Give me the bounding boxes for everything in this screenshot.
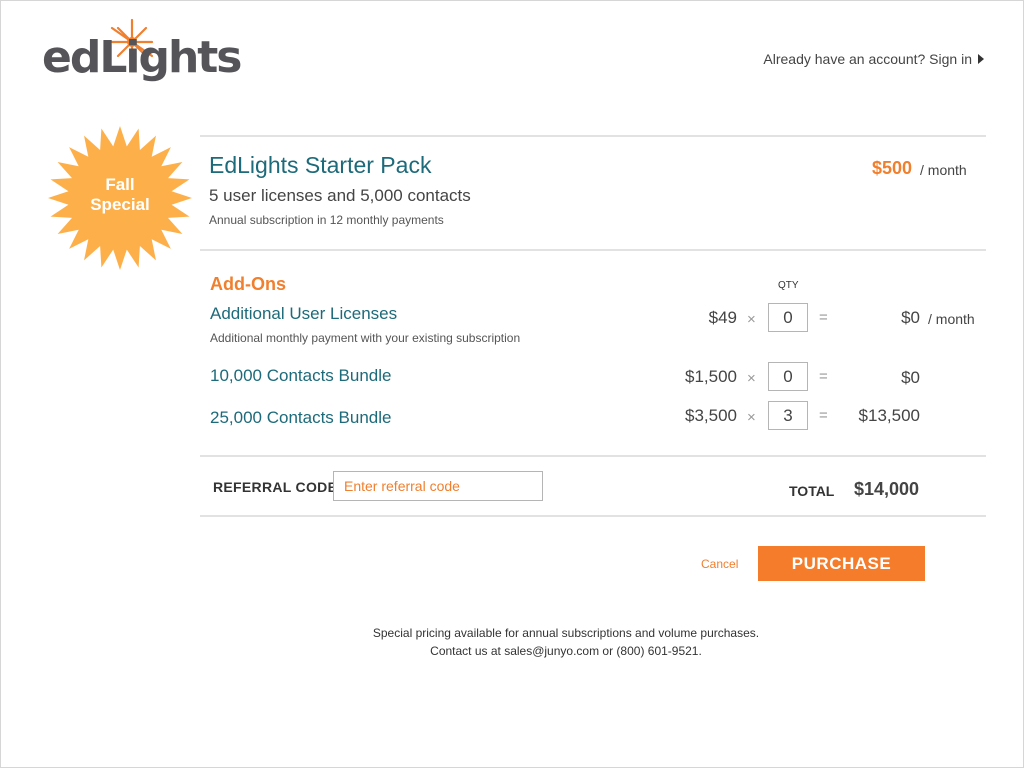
- addon-price: $3,500: [685, 406, 737, 425]
- sign-in-text: Already have an account? Sign in: [763, 51, 972, 67]
- badge-text: Fall Special: [47, 175, 193, 215]
- divider: [200, 515, 986, 517]
- total-value: $14,000: [854, 479, 920, 499]
- badge-line-1: Fall: [105, 175, 135, 194]
- caret-right-icon: [978, 54, 984, 64]
- purchase-button[interactable]: PURCHASE: [758, 546, 925, 581]
- qty-column-label: QTY: [778, 280, 799, 291]
- equals-symbol: =: [819, 309, 828, 326]
- times-symbol: ×: [747, 409, 756, 426]
- qty-input-user-licenses[interactable]: 0: [768, 303, 808, 332]
- footer-line-2: Contact us at sales@junyo.com or (800) 6…: [430, 644, 702, 658]
- footer-note: Special pricing available for annual sub…: [0, 624, 1024, 660]
- plan-note: Annual subscription in 12 monthly paymen…: [209, 213, 444, 227]
- plan-price: $500: [872, 158, 913, 178]
- addon-name-25k-contacts: 25,000 Contacts Bundle: [210, 408, 392, 427]
- cancel-button[interactable]: Cancel: [701, 557, 738, 571]
- qty-input-25k-contacts[interactable]: 3: [768, 401, 808, 430]
- divider: [200, 135, 986, 137]
- addon-name-10k-contacts: 10,000 Contacts Bundle: [210, 366, 392, 385]
- total-label: TOTAL: [789, 483, 835, 499]
- addon-total-unit: / month: [928, 311, 975, 327]
- referral-code-input[interactable]: Enter referral code: [333, 471, 543, 501]
- edlights-logo[interactable]: edLights: [42, 18, 242, 88]
- logo-text: edLights: [42, 32, 242, 83]
- equals-symbol: =: [819, 407, 828, 424]
- addon-total: $0: [901, 308, 920, 327]
- divider: [200, 455, 986, 457]
- sign-in-link[interactable]: Already have an account? Sign in: [763, 51, 984, 67]
- addon-name-user-licenses: Additional User Licenses: [210, 304, 398, 323]
- addon-price: $1,500: [685, 367, 737, 386]
- footer-line-1: Special pricing available for annual sub…: [372, 626, 760, 640]
- times-symbol: ×: [747, 370, 756, 387]
- addon-note-user-licenses: Additional monthly payment with your exi…: [210, 331, 521, 345]
- addon-total: $0: [901, 368, 920, 387]
- badge-line-2: Special: [90, 195, 150, 214]
- qty-input-10k-contacts[interactable]: 0: [768, 362, 808, 391]
- equals-symbol: =: [819, 368, 828, 385]
- addons-title: Add-Ons: [210, 274, 286, 294]
- plan-price-unit: / month: [920, 162, 967, 178]
- referral-code-label: REFERRAL CODE: [213, 479, 338, 495]
- addon-price: $49: [708, 308, 737, 327]
- divider: [200, 249, 986, 251]
- addon-total: $13,500: [858, 406, 920, 425]
- fall-special-badge: Fall Special: [47, 125, 193, 271]
- times-symbol: ×: [747, 311, 756, 328]
- plan-subtitle: 5 user licenses and 5,000 contacts: [209, 186, 471, 205]
- plan-title: EdLights Starter Pack: [209, 152, 432, 178]
